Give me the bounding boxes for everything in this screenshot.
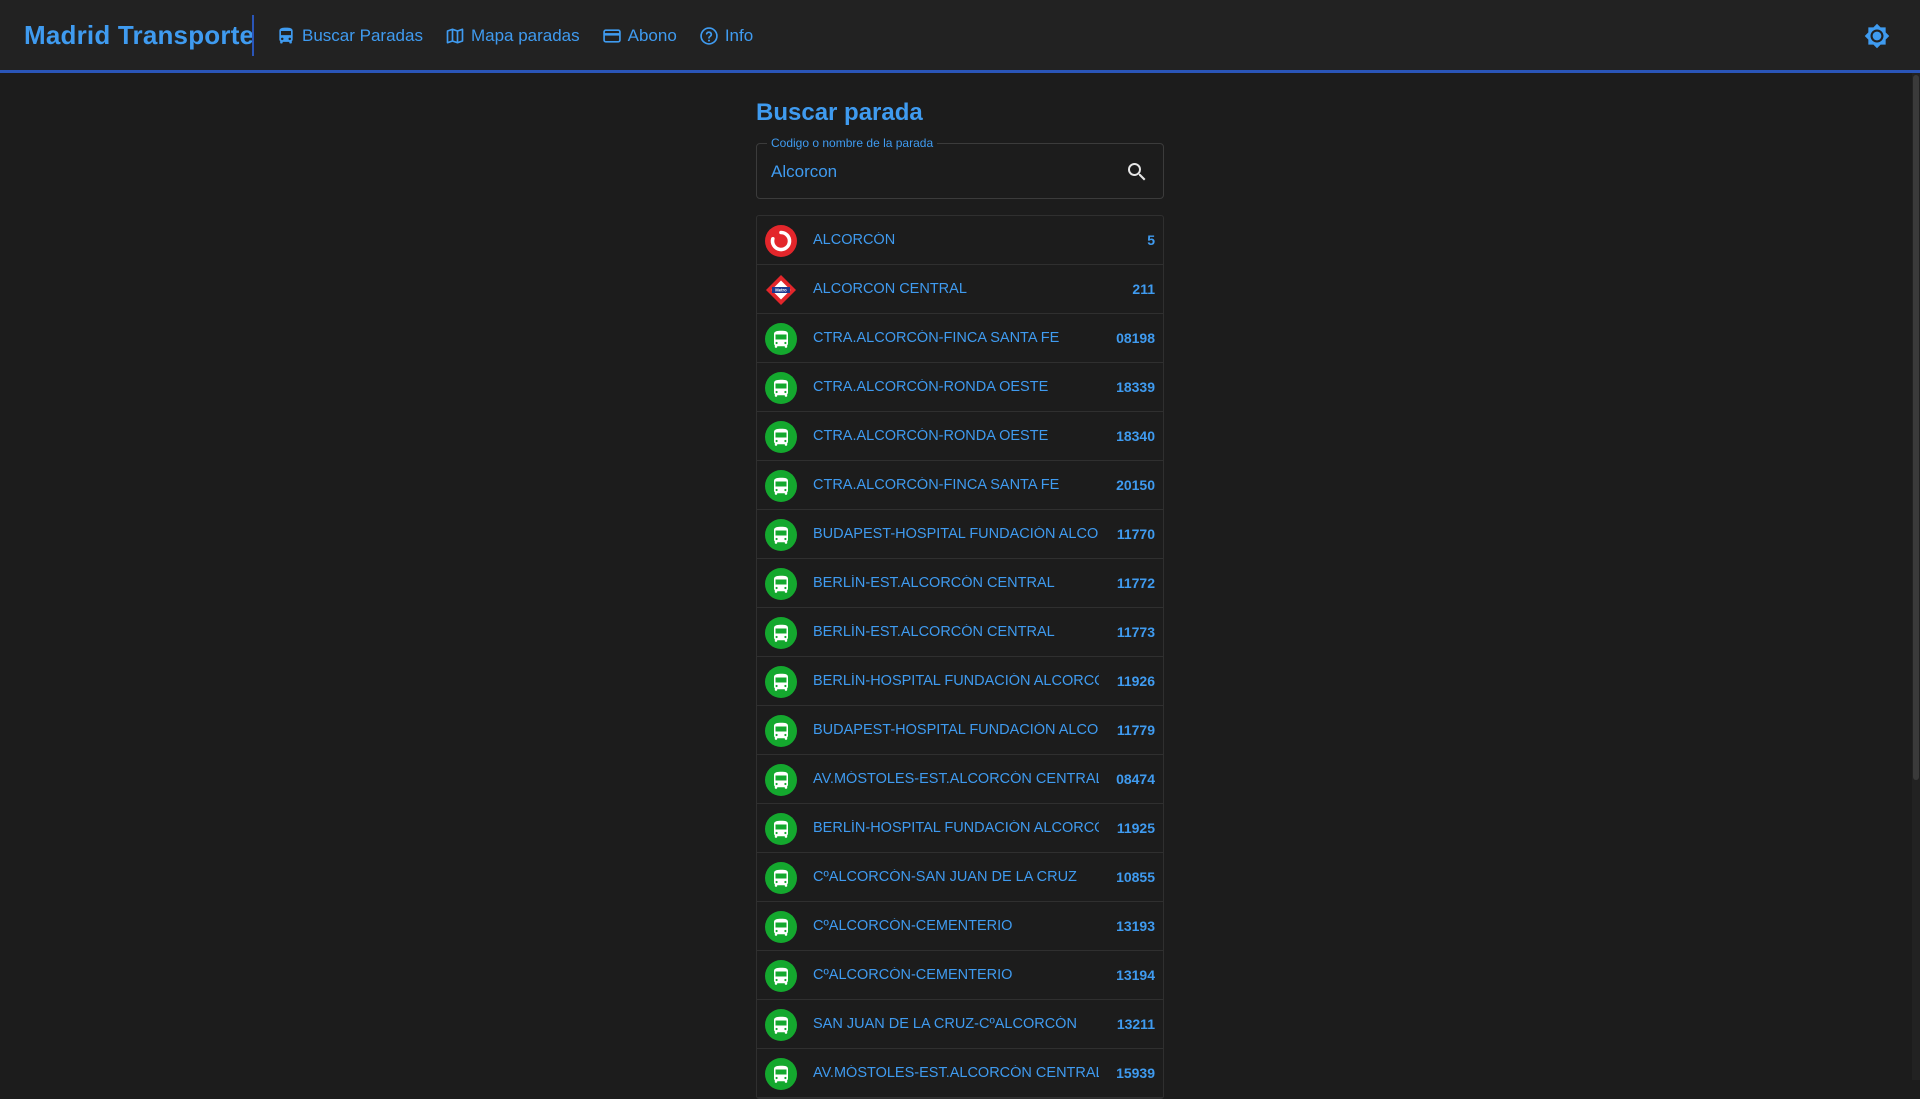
stop-name: SAN JUAN DE LA CRUZ-CºALCORCÓN [813,1016,1077,1032]
main-nav: Buscar Paradas Mapa paradas Abono Info [276,24,753,48]
stop-code: 11772 [1116,575,1155,591]
nav-mapa-paradas[interactable]: Mapa paradas [445,24,580,48]
result-row[interactable]: BERLÍN-HOSPITAL FUNDACIÓN ALCORCÓN 11926 [757,657,1163,706]
result-row[interactable]: CºALCORCÓN-SAN JUAN DE LA CRUZ 10855 [757,853,1163,902]
bus-icon [765,421,797,453]
stop-name: ALCORCÓN [813,232,896,248]
brightness-icon[interactable] [1864,23,1890,49]
stop-code: 211 [1132,281,1155,297]
result-row[interactable]: BUDAPEST-HOSPITAL FUNDACIÓN ALCORCÓN 1177… [757,706,1163,755]
result-row[interactable]: BERLÍN-EST.ALCORCÓN CENTRAL 11773 [757,608,1163,657]
nav-label: Info [724,26,754,45]
bus-icon [765,372,797,404]
cercanias-icon [765,225,797,257]
bus-icon [765,715,797,747]
nav-label: Abono [627,26,677,45]
nav-abono[interactable]: Abono [602,24,677,48]
stop-name: BUDAPEST-HOSPITAL FUNDACIÓN ALCORCÓN [813,722,1099,738]
stop-name: CºALCORCÓN-CEMENTERIO [813,967,1013,983]
brand-divider [252,15,254,56]
nav-label: Mapa paradas [470,26,580,45]
stop-code: 20150 [1116,477,1155,493]
stop-code: 13211 [1116,1016,1155,1032]
stop-name: AV.MÓSTOLES-EST.ALCORCÓN CENTRAL [813,771,1099,787]
bus-icon [765,960,797,992]
stop-name: BERLÍN-HOSPITAL FUNDACIÓN ALCORCÓN [813,673,1099,689]
stop-name: BERLÍN-HOSPITAL FUNDACIÓN ALCORCÓN [813,820,1099,836]
result-row[interactable]: CºALCORCÓN-CEMENTERIO 13193 [757,902,1163,951]
result-row[interactable]: Metro ALCORCON CENTRAL 211 [757,265,1163,314]
result-row[interactable]: CTRA.ALCORCÓN-RONDA OESTE 18339 [757,363,1163,412]
help-circle-icon [700,27,718,45]
search-input[interactable] [769,158,1113,186]
result-row[interactable]: SAN JUAN DE LA CRUZ-CºALCORCÓN 13211 [757,1000,1163,1049]
app-title[interactable]: Madrid Transporte [24,20,254,51]
stop-name: CTRA.ALCORCÓN-FINCA SANTA FE [813,330,1060,346]
page-title: Buscar parada [756,99,923,126]
stop-code: 11925 [1116,820,1155,836]
stop-name: BERLÍN-EST.ALCORCÓN CENTRAL [813,624,1055,640]
result-row[interactable]: CTRA.ALCORCÓN-RONDA OESTE 18340 [757,412,1163,461]
search-field[interactable]: Codigo o nombre de la parada [756,136,1164,199]
svg-text:Metro: Metro [775,288,787,293]
scrollbar-thumb[interactable] [1913,75,1919,780]
nav-info[interactable]: Info [699,24,753,48]
stop-code: 5 [1147,232,1155,248]
bus-icon [765,666,797,698]
result-row[interactable]: CºALCORCÓN-CEMENTERIO 13194 [757,951,1163,1000]
result-row[interactable]: BERLÍN-HOSPITAL FUNDACIÓN ALCORCÓN 11925 [757,804,1163,853]
result-row[interactable]: ALCORCÓN 5 [757,216,1163,265]
bus-icon [765,862,797,894]
metro-icon: Metro [765,274,797,306]
stop-code: 18340 [1116,428,1155,444]
top-app-bar: Madrid Transporte Buscar Paradas Mapa pa… [0,0,1920,73]
bus-icon [765,813,797,845]
main-content: Buscar parada Codigo o nombre de la para… [756,73,1164,1099]
bus-icon [765,617,797,649]
bus-icon [765,323,797,355]
card-icon [602,29,621,43]
stop-code: 13194 [1116,967,1155,983]
result-row[interactable]: AV.MÓSTOLES-EST.ALCORCÓN CENTRAL 08474 [757,755,1163,804]
stop-code: 11926 [1116,673,1155,689]
stop-name: CTRA.ALCORCÓN-RONDA OESTE [813,379,1049,395]
stop-code: 15939 [1116,1065,1155,1081]
stop-code: 08474 [1116,771,1155,787]
stop-name: CTRA.ALCORCÓN-FINCA SANTA FE [813,477,1060,493]
result-row[interactable]: CTRA.ALCORCÓN-FINCA SANTA FE 20150 [757,461,1163,510]
stop-name: BERLÍN-EST.ALCORCÓN CENTRAL [813,575,1055,591]
stop-name: CTRA.ALCORCÓN-RONDA OESTE [813,428,1049,444]
result-row[interactable]: CTRA.ALCORCÓN-FINCA SANTA FE 08198 [757,314,1163,363]
result-row[interactable]: BERLÍN-EST.ALCORCÓN CENTRAL 11772 [757,559,1163,608]
bus-icon [765,911,797,943]
stop-name: ALCORCON CENTRAL [813,281,967,297]
stop-name: CºALCORCÓN-SAN JUAN DE LA CRUZ [813,869,1077,885]
stop-code: 13193 [1116,918,1155,934]
stop-code: 10855 [1116,869,1155,885]
scrollbar[interactable] [1912,73,1920,1080]
stop-code: 11770 [1116,526,1155,542]
bus-icon [765,1009,797,1041]
nav-buscar-paradas[interactable]: Buscar Paradas [276,24,423,48]
stop-code: 08198 [1116,330,1155,346]
stop-name: CºALCORCÓN-CEMENTERIO [813,918,1013,934]
bus-icon [765,764,797,796]
search-label: Codigo o nombre de la parada [767,136,938,150]
stop-name: BUDAPEST-HOSPITAL FUNDACIÓN ALCORCÓN [813,526,1099,542]
stop-code: 11773 [1116,624,1155,640]
nav-label: Buscar Paradas [302,26,423,45]
bus-icon [279,27,293,44]
search-icon[interactable] [1125,160,1149,184]
result-row[interactable]: AV.MÓSTOLES-EST.ALCORCÓN CENTRAL 15939 [757,1049,1163,1098]
stop-code: 11779 [1116,722,1155,738]
map-icon [446,28,464,44]
results-list: ALCORCÓN 5 Metro ALCORCON CENTRAL 211 CTRA.AL… [756,215,1164,1099]
bus-icon [765,1058,797,1090]
result-row[interactable]: BUDAPEST-HOSPITAL FUNDACIÓN ALCORCÓN 1177… [757,510,1163,559]
stop-name: AV.MÓSTOLES-EST.ALCORCÓN CENTRAL [813,1065,1099,1081]
bus-icon [765,519,797,551]
bus-icon [765,470,797,502]
stop-code: 18339 [1116,379,1155,395]
bus-icon [765,568,797,600]
